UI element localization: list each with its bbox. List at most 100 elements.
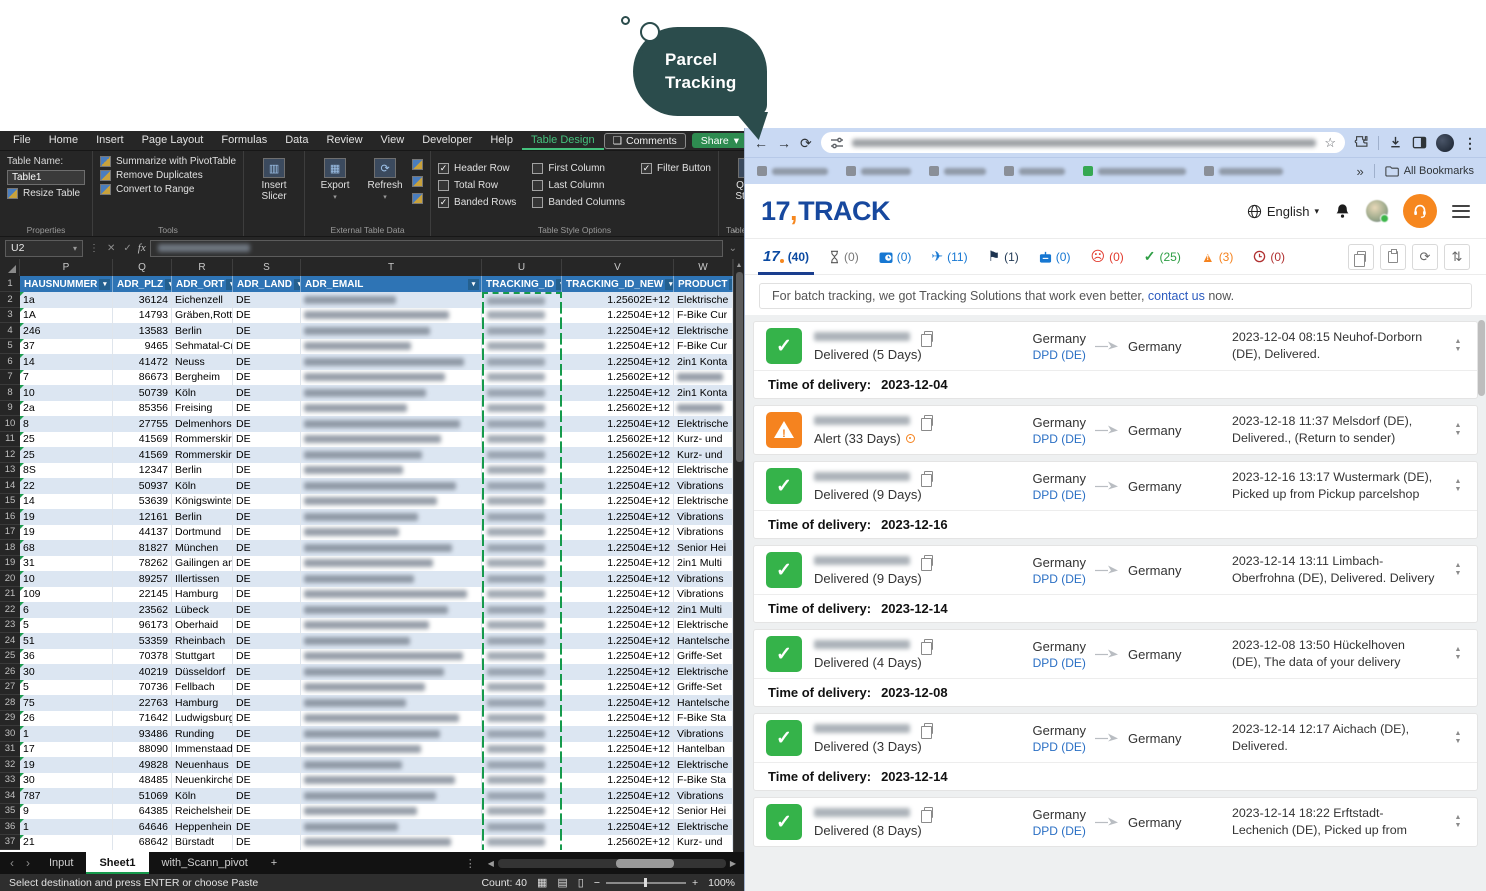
contact-us-link[interactable]: contact us — [1148, 289, 1205, 303]
location-pin-icon[interactable] — [906, 434, 915, 443]
hscroll-left-icon[interactable]: ◀ — [484, 859, 498, 868]
carrier-link[interactable]: DPD (DE) — [1033, 348, 1086, 362]
table-properties-icon[interactable] — [412, 159, 423, 170]
style-option-banded-columns[interactable]: Banded Columns — [532, 194, 625, 211]
bookmark-item[interactable] — [1083, 166, 1186, 176]
all-bookmarks-button[interactable]: All Bookmarks — [1385, 165, 1474, 177]
filter-tab-all[interactable]: 17 (40) — [753, 239, 819, 274]
copy-icon[interactable] — [924, 723, 933, 734]
vertical-scroll-thumb[interactable] — [736, 272, 743, 462]
row-number[interactable]: 3 — [0, 308, 20, 324]
expand-card-control[interactable]: ▲▼ — [1451, 338, 1465, 355]
menu-tab-help[interactable]: Help — [481, 131, 522, 150]
tracking-card[interactable]: ✓Delivered (3 Days)GermanyDPD (DE)German… — [753, 713, 1478, 791]
refresh-all-button[interactable]: ⟳ — [1412, 244, 1438, 270]
insert-slicer-button[interactable]: ▥ Insert Slicer — [251, 156, 297, 223]
sheet-tab-with-scann-pivot[interactable]: with_Scann_pivot — [149, 852, 261, 874]
column-header-Q[interactable]: Q — [113, 259, 172, 276]
insert-function-icon[interactable]: fx — [138, 242, 146, 254]
menu-tab-developer[interactable]: Developer — [413, 131, 481, 150]
name-box[interactable]: U2 ▾ — [5, 240, 83, 257]
copy-icon[interactable] — [924, 471, 933, 482]
bookmark-item[interactable] — [846, 166, 911, 176]
row-number[interactable]: 18 — [0, 540, 20, 556]
bookmark-item[interactable] — [929, 166, 986, 176]
filter-button[interactable]: ▾ — [165, 279, 172, 290]
site-settings-icon[interactable] — [830, 136, 844, 150]
copy-icon[interactable] — [924, 555, 933, 566]
checkbox-banded-columns[interactable] — [532, 197, 543, 208]
row-number[interactable]: 8 — [0, 385, 20, 401]
row-number[interactable]: 32 — [0, 757, 20, 773]
expand-card-control[interactable]: ▲▼ — [1451, 646, 1465, 663]
row-number[interactable]: 15 — [0, 494, 20, 510]
row-number[interactable]: 20 — [0, 571, 20, 587]
filter-tab-in-transit[interactable]: ✈ (11) — [921, 239, 977, 274]
refresh-button[interactable]: ⟳ Refresh ▾ — [362, 156, 408, 223]
row-number[interactable]: 9 — [0, 401, 20, 417]
row-number[interactable]: 2 — [0, 292, 20, 308]
row-number[interactable]: 33 — [0, 773, 20, 789]
quick-styles-button[interactable]: ▨ Quick Styles ▾ — [726, 156, 744, 223]
page-break-view-icon[interactable]: ▯ — [578, 876, 584, 889]
select-all-corner[interactable] — [0, 259, 20, 276]
row-number[interactable]: 25 — [0, 649, 20, 665]
zoom-in-icon[interactable]: + — [692, 877, 698, 889]
expand-card-control[interactable]: ▲▼ — [1451, 422, 1465, 439]
sheet-prev-icon[interactable]: ‹ — [4, 856, 20, 870]
carrier-link[interactable]: DPD (DE) — [1033, 740, 1086, 754]
zoom-out-icon[interactable]: − — [594, 877, 600, 889]
menu-tab-home[interactable]: Home — [40, 131, 87, 150]
menu-tab-insert[interactable]: Insert — [87, 131, 133, 150]
checkbox-last-column[interactable] — [532, 180, 543, 191]
horizontal-scrollbar[interactable] — [498, 859, 726, 868]
formula-bar-expand-icon[interactable]: ⌄ — [727, 243, 739, 254]
side-panel-icon[interactable] — [1412, 135, 1427, 150]
tracking-card[interactable]: ✓Delivered (8 Days)GermanyDPD (DE)German… — [753, 797, 1478, 847]
row-number[interactable]: 10 — [0, 416, 20, 432]
filter-button[interactable]: ▾ — [468, 279, 479, 290]
style-option-total-row[interactable]: Total Row — [438, 177, 516, 194]
row-number[interactable]: 17 — [0, 525, 20, 541]
column-header-W[interactable]: W — [674, 259, 733, 276]
user-avatar[interactable] — [1366, 200, 1388, 222]
menu-tab-review[interactable]: Review — [317, 131, 371, 150]
filter-tab-alert[interactable]: ▲ (3) — [1191, 239, 1244, 274]
row-number[interactable]: 27 — [0, 680, 20, 696]
expand-card-control[interactable]: ▲▼ — [1451, 562, 1465, 579]
formula-input[interactable] — [150, 240, 723, 257]
menu-tab-page-layout[interactable]: Page Layout — [133, 131, 213, 150]
row-number[interactable]: 36 — [0, 819, 20, 835]
menu-tab-file[interactable]: File — [4, 131, 40, 150]
downloads-icon[interactable] — [1388, 135, 1403, 150]
filter-tab-delivery-failed[interactable]: ☹ (0) — [1080, 239, 1133, 274]
filter-button[interactable]: ▾ — [294, 279, 301, 290]
scroll-up-icon[interactable]: ▲ — [736, 259, 743, 272]
paste-button[interactable] — [1380, 244, 1406, 270]
row-number[interactable]: 34 — [0, 788, 20, 804]
column-header-T[interactable]: T — [301, 259, 482, 276]
cancel-entry-icon[interactable]: ✕ — [105, 243, 117, 254]
filter-button[interactable]: ▾ — [665, 279, 674, 290]
row-number[interactable]: 13 — [0, 463, 20, 479]
carrier-link[interactable]: DPD (DE) — [1033, 656, 1086, 670]
address-bar[interactable]: ☆ — [821, 132, 1345, 153]
style-option-filter-button[interactable]: ✓Filter Button — [641, 160, 711, 177]
row-number[interactable]: 28 — [0, 695, 20, 711]
expand-card-control[interactable]: ▲▼ — [1451, 814, 1465, 831]
filter-button[interactable]: ▾ — [99, 279, 110, 290]
tracking-card[interactable]: ✓Delivered (5 Days)GermanyDPD (DE)German… — [753, 321, 1478, 399]
row-number[interactable]: 4 — [0, 323, 20, 339]
tool-convert-to-range[interactable]: Convert to Range — [100, 184, 236, 195]
row-number[interactable]: 12 — [0, 447, 20, 463]
unlink-icon[interactable] — [412, 193, 423, 204]
style-option-banded-rows[interactable]: ✓Banded Rows — [438, 194, 516, 211]
column-header-P[interactable]: P — [20, 259, 113, 276]
filter-tab-pickup[interactable]: (0) — [869, 239, 922, 274]
filter-tab-not-found[interactable]: (0) — [819, 239, 869, 274]
page-layout-view-icon[interactable]: ▤ — [557, 876, 567, 889]
share-button[interactable]: Share ▾ — [692, 133, 744, 148]
carrier-link[interactable]: DPD (DE) — [1033, 432, 1086, 446]
copy-icon[interactable] — [924, 807, 933, 818]
menu-icon[interactable] — [1452, 205, 1470, 218]
